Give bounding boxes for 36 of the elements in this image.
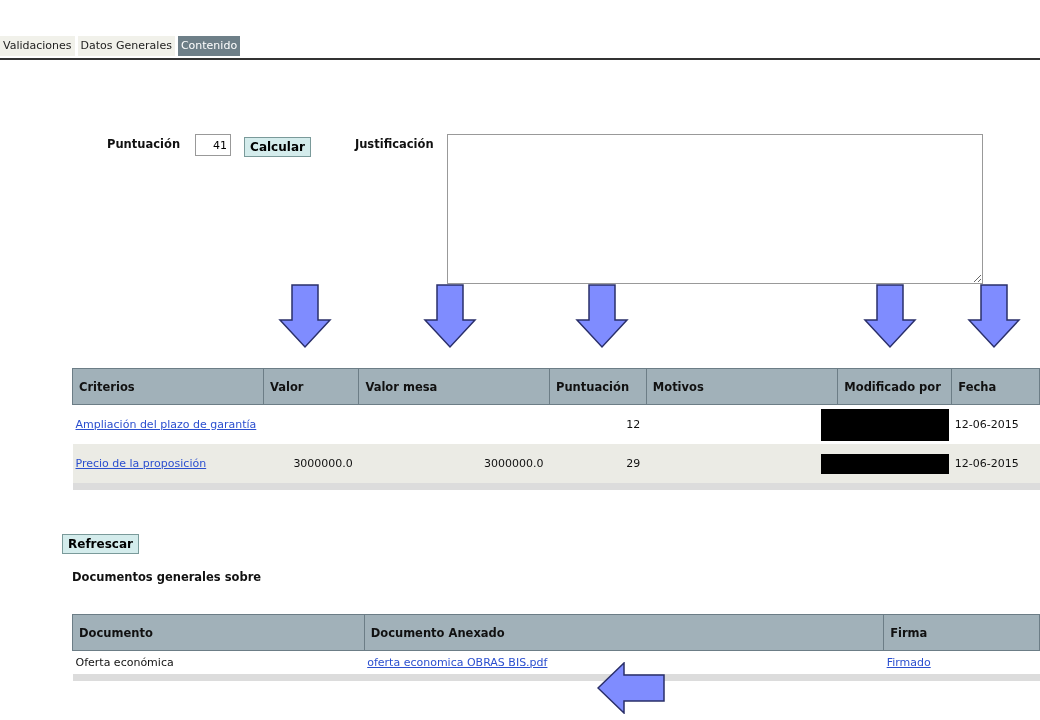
column-header[interactable]: Firma: [883, 614, 1040, 651]
table-cell: Oferta económica: [75, 656, 174, 669]
down-arrow-icon: [863, 284, 917, 349]
document-link[interactable]: oferta economica OBRAS BIS.pdf: [367, 656, 548, 669]
table-cell: 12: [626, 418, 641, 431]
justification-field[interactable]: [446, 134, 983, 284]
left-arrow-icon: [597, 662, 665, 714]
signature-link[interactable]: Firmado: [886, 656, 931, 669]
column-header[interactable]: Modificado por: [837, 368, 952, 405]
column-header[interactable]: Fecha: [951, 368, 1040, 405]
column-header[interactable]: Puntuación: [549, 368, 647, 405]
down-arrow-icon: [575, 284, 629, 349]
score-field[interactable]: 41: [195, 134, 232, 156]
column-header[interactable]: Documento Anexado: [364, 614, 884, 651]
down-arrow-icon: [423, 284, 477, 349]
down-arrow-icon: [967, 284, 1021, 349]
section-heading: Documentos generales sobre: [72, 570, 263, 586]
refresh-button[interactable]: Refrescar: [62, 534, 139, 554]
criterion-link[interactable]: Ampliación del plazo de garantía: [75, 418, 257, 431]
tab[interactable]: Validaciones: [0, 36, 75, 56]
table-cell: 29: [626, 457, 641, 470]
field-label: Puntuación: [107, 137, 181, 151]
down-arrow-icon: [278, 284, 332, 349]
table-cell: 3000000.0: [484, 457, 544, 470]
column-header[interactable]: Documento: [72, 614, 365, 651]
tab[interactable]: Contenido: [177, 36, 241, 56]
tab[interactable]: Datos Generales: [77, 36, 175, 56]
table-cell: 3000000.0: [293, 457, 353, 470]
calculate-button[interactable]: Calcular: [244, 137, 311, 157]
table-cell: 12-06-2015: [954, 418, 1019, 431]
field-label: Justificación: [354, 137, 434, 151]
table-cell: 12-06-2015: [954, 457, 1019, 470]
column-header[interactable]: Criterios: [72, 368, 264, 405]
column-header[interactable]: Valor mesa: [358, 368, 550, 405]
column-header[interactable]: Motivos: [646, 368, 838, 405]
column-header[interactable]: Valor: [263, 368, 359, 405]
